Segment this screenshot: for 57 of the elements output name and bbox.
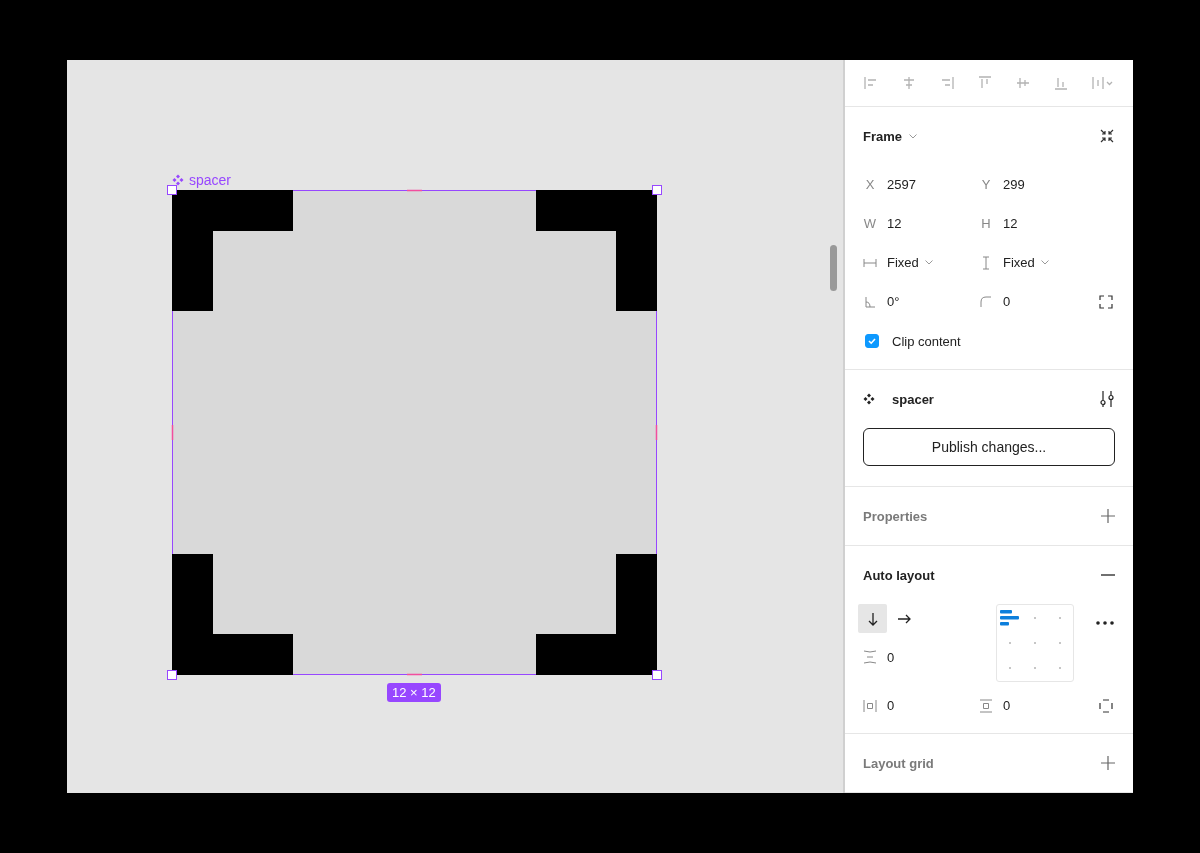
field-label: X: [864, 177, 876, 192]
frame-section-title[interactable]: Frame: [863, 128, 903, 144]
field-value[interactable]: 12: [887, 216, 902, 231]
checkmark-icon: [867, 336, 877, 346]
layout-grid-title: Layout grid: [863, 755, 934, 771]
align-icon[interactable]: [901, 75, 917, 91]
rotation-value[interactable]: 0°: [887, 294, 900, 309]
more-icon[interactable]: [1096, 621, 1114, 625]
padding-value[interactable]: 0: [887, 698, 895, 713]
direction-button[interactable]: [858, 604, 887, 633]
component-icon: [172, 174, 184, 186]
auto-layout-title: Auto layout: [863, 567, 935, 583]
gap-value[interactable]: 0: [887, 649, 895, 665]
angle-icon: [863, 295, 877, 308]
corner-radius-value[interactable]: 0: [1003, 294, 1011, 309]
add-icon[interactable]: [1101, 509, 1115, 523]
field-value[interactable]: 299: [1003, 177, 1025, 192]
field-label: H: [980, 216, 992, 231]
horizontal-padding-icon: [863, 698, 877, 713]
checkbox-label: Clip content: [892, 333, 961, 349]
collapse-icon[interactable]: [1099, 128, 1115, 144]
checkbox[interactable]: [865, 334, 879, 348]
sizing-dropdown[interactable]: Fixed: [887, 255, 919, 270]
vertical-padding-icon: [979, 698, 993, 713]
field-label: Y: [980, 177, 992, 192]
adjustments-icon[interactable]: [1099, 390, 1115, 408]
add-icon[interactable]: [1101, 756, 1115, 770]
horizontal-resize-icon: [863, 257, 877, 268]
properties-title: Properties: [863, 508, 928, 524]
align-icon[interactable]: [939, 75, 955, 91]
align-icon[interactable]: [977, 75, 993, 91]
chevron-icon[interactable]: [909, 133, 918, 139]
down-arrow-icon: [866, 611, 879, 626]
distribute-icon[interactable]: [1091, 75, 1115, 91]
field-label: W: [863, 216, 877, 231]
align-icon[interactable]: [1053, 75, 1069, 91]
size-badge: 12 × 12: [387, 683, 441, 702]
frame-label[interactable]: spacer: [172, 172, 232, 188]
corner-radius-icon: [979, 295, 993, 308]
scrollbar-thumb[interactable]: [830, 245, 837, 291]
frame-name: spacer: [189, 172, 232, 188]
chevron-icon[interactable]: [924, 260, 933, 265]
padding-value[interactable]: 0: [1003, 698, 1011, 713]
component-name: spacer: [892, 391, 934, 407]
sizing-dropdown[interactable]: Fixed: [1003, 255, 1035, 270]
spacing-icon: [863, 650, 877, 664]
field-value[interactable]: 2597: [887, 177, 916, 192]
align-icon[interactable]: [1015, 75, 1031, 91]
align-icon[interactable]: [863, 75, 879, 91]
component-icon: [863, 393, 875, 405]
individual-padding-icon[interactable]: [1099, 698, 1113, 713]
field-value[interactable]: 12: [1003, 216, 1018, 231]
right-arrow-icon: [896, 612, 911, 625]
corners-icon[interactable]: [1099, 294, 1113, 309]
publish-changes-button[interactable]: Publish changes...: [863, 428, 1115, 466]
alignment-grid[interactable]: [996, 604, 1074, 682]
chevron-icon[interactable]: [1040, 260, 1049, 265]
